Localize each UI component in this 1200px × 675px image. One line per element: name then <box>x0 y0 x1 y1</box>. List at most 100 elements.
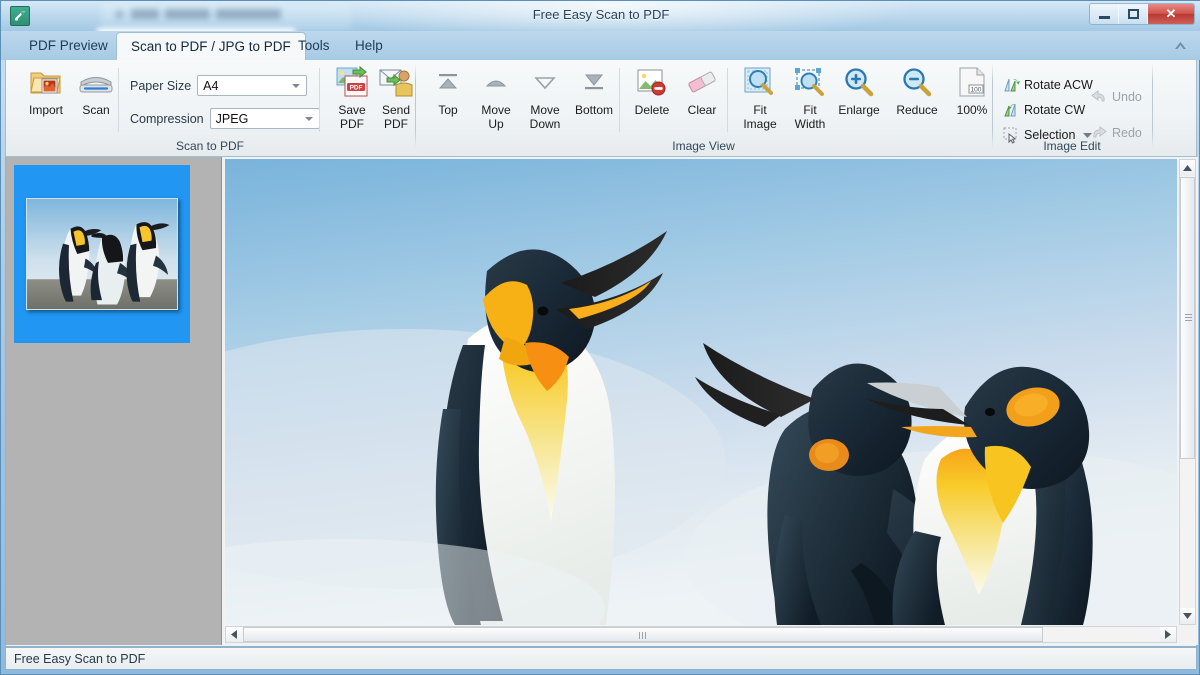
svg-text:100: 100 <box>971 87 982 94</box>
status-bar: Free Easy Scan to PDF <box>5 647 1197 670</box>
window-title: Free Easy Scan to PDF <box>1 7 1200 22</box>
paper-size-value: A4 <box>203 79 218 93</box>
group-divider <box>118 68 119 132</box>
move-up-icon <box>483 64 509 100</box>
page-thumbnail-1[interactable] <box>14 165 190 343</box>
paper-size-select[interactable]: A4 <box>197 75 307 96</box>
compression-select[interactable]: JPEG <box>210 108 320 129</box>
paper-size-label: Paper Size <box>130 79 191 93</box>
horizontal-scrollbar[interactable] <box>225 626 1177 643</box>
import-label: Import <box>29 103 63 117</box>
rotate-cw-button[interactable]: Rotate CW <box>1001 99 1085 120</box>
save-pdf-label-2: PDF <box>340 117 364 131</box>
folder-import-icon <box>29 64 63 100</box>
import-button[interactable]: Import <box>18 64 74 136</box>
save-pdf-icon: PDF <box>335 64 369 100</box>
penguin-photo <box>225 159 1177 625</box>
tab-scan-to-pdf[interactable]: Scan to PDF / JPG to PDF <box>116 32 306 61</box>
maximize-icon <box>1128 9 1139 19</box>
fit-image-label-2: Image <box>743 117 776 131</box>
compression-value: JPEG <box>216 112 249 126</box>
group-label-scan-to-pdf: Scan to PDF <box>6 139 414 153</box>
delete-button[interactable]: Delete <box>624 64 680 136</box>
redo-label: Redo <box>1112 126 1142 140</box>
save-pdf-label-1: Save <box>338 103 365 117</box>
enlarge-label: Enlarge <box>838 103 879 117</box>
clear-label: Clear <box>688 103 717 117</box>
scroll-up-icon[interactable] <box>1180 160 1195 176</box>
move-up-label-2: Up <box>488 117 503 131</box>
minimize-icon <box>1099 16 1110 19</box>
fit-image-icon <box>743 64 777 100</box>
close-button[interactable]: ✕ <box>1148 4 1194 24</box>
move-down-icon <box>532 64 558 100</box>
undo-label: Undo <box>1112 90 1142 104</box>
chevron-down-icon <box>292 84 300 88</box>
delete-label: Delete <box>635 103 670 117</box>
scroll-down-icon[interactable] <box>1180 608 1195 624</box>
tab-help[interactable]: Help <box>341 32 397 60</box>
fit-width-icon <box>793 64 827 100</box>
move-up-button[interactable]: Move Up <box>468 64 524 136</box>
clear-button[interactable]: Clear <box>674 64 730 136</box>
scan-label: Scan <box>82 103 109 117</box>
maximize-button[interactable] <box>1119 4 1148 24</box>
fit-width-label-1: Fit <box>803 103 816 117</box>
reduce-button[interactable]: Reduce <box>889 64 945 136</box>
minimize-button[interactable] <box>1090 4 1119 24</box>
rotate-acw-button[interactable]: Rotate ACW <box>1001 74 1093 95</box>
title-bar: Free Easy Scan to PDF ✕ <box>1 1 1200 31</box>
eraser-icon <box>685 64 719 100</box>
ribbon-toolbar: Import Scan Paper Size A4 <box>5 60 1197 157</box>
horizontal-scrollbar-thumb[interactable] <box>243 627 1043 642</box>
rotate-acw-label: Rotate ACW <box>1024 78 1093 92</box>
fit-width-button[interactable]: Fit Width <box>782 64 838 136</box>
chevron-down-icon <box>305 117 313 121</box>
move-down-button[interactable]: Move Down <box>517 64 573 136</box>
actual-size-label: 100% <box>957 103 988 117</box>
vertical-scrollbar[interactable] <box>1179 159 1196 625</box>
delete-image-icon <box>636 64 668 100</box>
group-label-image-edit: Image Edit <box>993 139 1151 153</box>
chevron-up-icon[interactable] <box>1172 37 1189 54</box>
send-pdf-label-2: PDF <box>384 117 408 131</box>
tab-tools[interactable]: Tools <box>284 32 344 60</box>
application-window: Free Easy Scan to PDF ✕ PDF Preview Scan… <box>0 0 1200 675</box>
window-controls: ✕ <box>1089 3 1195 25</box>
rotate-acw-icon <box>1001 75 1020 94</box>
scanner-icon <box>77 64 115 100</box>
scroll-grip <box>639 632 646 639</box>
bottom-button[interactable]: Bottom <box>566 64 622 136</box>
main-body <box>5 157 1197 647</box>
go-bottom-icon <box>581 64 607 100</box>
compression-field: Compression JPEG <box>130 108 320 129</box>
go-top-icon <box>435 64 461 100</box>
scan-button[interactable]: Scan <box>68 64 124 136</box>
thumbnail-panel[interactable] <box>6 157 222 645</box>
fit-width-label-2: Width <box>795 117 826 131</box>
scroll-right-icon[interactable] <box>1160 627 1176 642</box>
image-viewer <box>223 157 1198 645</box>
fit-image-label-1: Fit <box>753 103 766 117</box>
status-text: Free Easy Scan to PDF <box>14 652 145 666</box>
thumbnail-image <box>26 198 178 310</box>
actual-size-icon: 100 <box>958 64 986 100</box>
ribbon-group-image-edit: Rotate ACW Rotate CW <box>993 60 1151 155</box>
scroll-left-icon[interactable] <box>226 627 242 642</box>
vertical-scrollbar-thumb[interactable] <box>1180 177 1195 459</box>
compression-label: Compression <box>130 112 204 126</box>
group-divider <box>619 68 620 132</box>
svg-text:PDF: PDF <box>350 85 363 92</box>
image-canvas[interactable] <box>225 159 1177 625</box>
ribbon-group-scan-to-pdf: Import Scan Paper Size A4 <box>6 60 414 155</box>
enlarge-button[interactable]: Enlarge <box>831 64 887 136</box>
move-down-label-2: Down <box>530 117 561 131</box>
group-label-image-view: Image View <box>416 139 991 153</box>
zoom-out-icon <box>900 64 934 100</box>
send-pdf-label-1: Send <box>382 103 410 117</box>
zoom-in-icon <box>842 64 876 100</box>
ribbon-tab-strip: PDF Preview Scan to PDF / JPG to PDF Too… <box>1 31 1200 60</box>
top-label: Top <box>438 103 457 117</box>
fit-image-button[interactable]: Fit Image <box>732 64 788 136</box>
tab-pdf-preview[interactable]: PDF Preview <box>15 32 122 60</box>
